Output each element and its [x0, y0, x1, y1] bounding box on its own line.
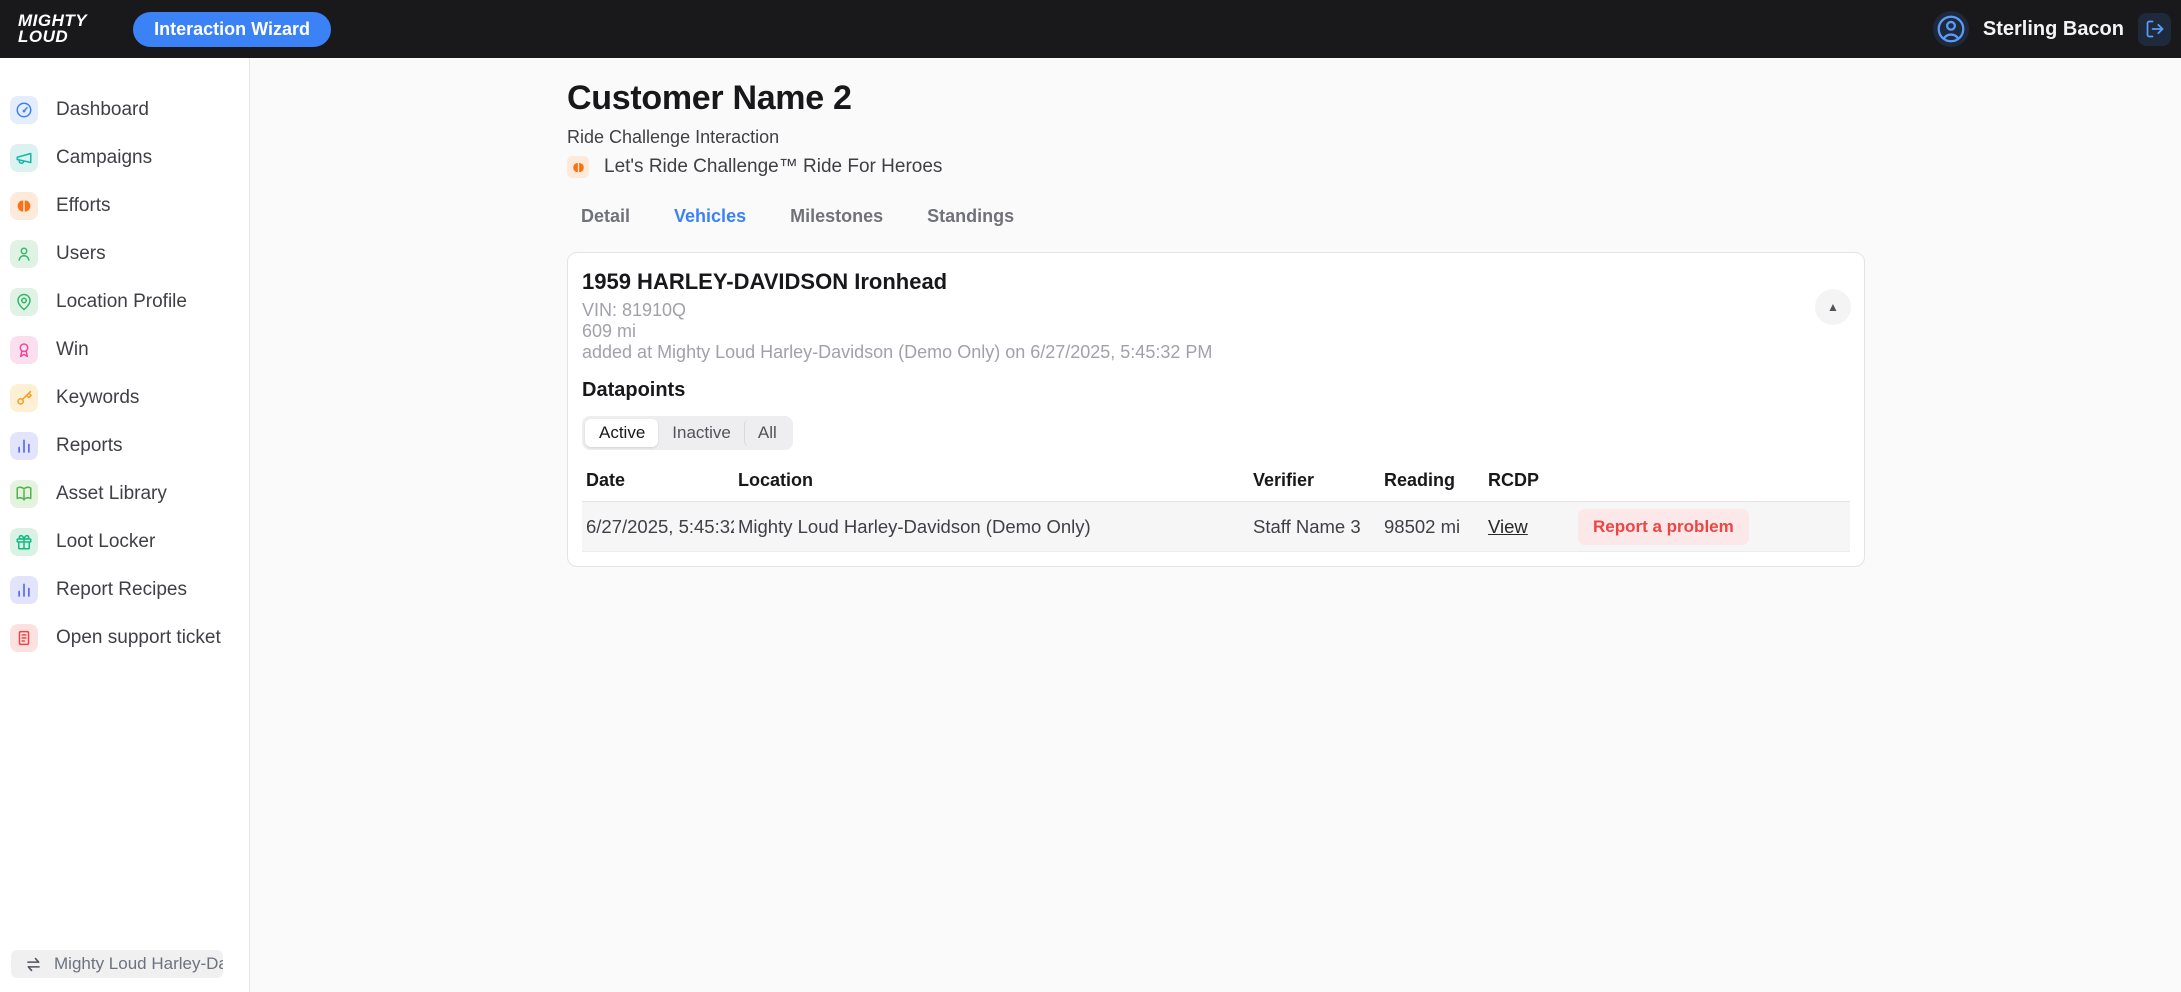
filter-inactive-button[interactable]: Inactive [658, 419, 744, 447]
sidebar-item-label: Open support ticket [56, 627, 221, 649]
tab-detail[interactable]: Detail [581, 202, 630, 231]
vehicle-meta: VIN: 81910Q 609 mi added at Mighty Loud … [582, 300, 1850, 363]
topbar-user-area: Sterling Bacon [1933, 11, 2171, 47]
interaction-wizard-button[interactable]: Interaction Wizard [133, 12, 331, 47]
sidebar-nav: Dashboard Campaigns Efforts [0, 58, 249, 662]
vehicle-mileage: 609 mi [582, 321, 1850, 342]
bar-chart-icon [10, 432, 38, 460]
sidebar-item-label: Win [56, 339, 89, 361]
sidebar: Dashboard Campaigns Efforts [0, 58, 250, 992]
ticket-icon [10, 624, 38, 652]
megaphone-icon [10, 144, 38, 172]
filter-active-button[interactable]: Active [585, 419, 658, 447]
cell-actions: Report a problem [1574, 502, 1850, 552]
interaction-row: Let's Ride Challenge™ Ride For Heroes [567, 156, 1865, 178]
sidebar-item-users[interactable]: Users [0, 230, 249, 278]
topbar: MIGHTY LOUD Interaction Wizard Sterling … [0, 0, 2181, 58]
sidebar-item-label: Efforts [56, 195, 111, 217]
cell-date: 6/27/2025, 5:45:32 PM [582, 502, 734, 552]
sidebar-item-label: Location Profile [56, 291, 187, 313]
collapse-card-button[interactable]: ▲ [1815, 289, 1851, 325]
view-rcdp-link[interactable]: View [1488, 516, 1528, 537]
award-icon [10, 336, 38, 364]
sidebar-item-keywords[interactable]: Keywords [0, 374, 249, 422]
sidebar-item-reports[interactable]: Reports [0, 422, 249, 470]
logout-button[interactable] [2138, 13, 2171, 46]
sidebar-item-label: Dashboard [56, 99, 149, 121]
cell-location: Mighty Loud Harley-Davidson (Demo Only) [734, 502, 1249, 552]
main-content: Customer Name 2 Ride Challenge Interacti… [251, 58, 2181, 992]
location-switcher-label: Mighty Loud Harley-Davidso [54, 954, 223, 974]
user-avatar[interactable] [1933, 11, 1969, 47]
user-name: Sterling Bacon [1983, 18, 2124, 41]
cell-reading: 98502 mi [1380, 502, 1484, 552]
logout-icon [2145, 19, 2165, 39]
sidebar-item-efforts[interactable]: Efforts [0, 182, 249, 230]
sidebar-item-label: Asset Library [56, 483, 167, 505]
mighty-loud-logo[interactable]: MIGHTY LOUD [18, 13, 87, 44]
gift-icon [10, 528, 38, 556]
table-header-row: Date Location Verifier Reading RCDP [582, 466, 1850, 502]
sidebar-item-label: Loot Locker [56, 531, 155, 553]
split-circle-icon [10, 192, 38, 220]
column-header-date: Date [582, 466, 734, 502]
vehicle-card: ▲ 1959 HARLEY-DAVIDSON Ironhead VIN: 819… [567, 252, 1865, 567]
datapoints-table: Date Location Verifier Reading RCDP 6/27… [582, 466, 1850, 552]
gauge-icon [10, 96, 38, 124]
swap-arrows-icon [24, 955, 43, 974]
sidebar-item-label: Keywords [56, 387, 139, 409]
map-pin-icon [10, 288, 38, 316]
vehicle-vin: VIN: 81910Q [582, 300, 1850, 321]
cell-rcdp: View [1484, 502, 1574, 552]
report-a-problem-button[interactable]: Report a problem [1578, 509, 1749, 545]
datapoints-heading: Datapoints [582, 379, 1850, 402]
sidebar-item-loot-locker[interactable]: Loot Locker [0, 518, 249, 566]
column-header-location: Location [734, 466, 1249, 502]
book-open-icon [10, 480, 38, 508]
tab-bar: Detail Vehicles Milestones Standings [567, 202, 1865, 231]
sidebar-item-asset-library[interactable]: Asset Library [0, 470, 249, 518]
interaction-label: Let's Ride Challenge™ Ride For Heroes [604, 156, 942, 178]
sidebar-item-open-support-ticket[interactable]: Open support ticket [0, 614, 249, 662]
tab-vehicles[interactable]: Vehicles [674, 202, 746, 231]
user-icon [10, 240, 38, 268]
page-subtitle: Ride Challenge Interaction [567, 127, 1865, 148]
bar-chart-icon [10, 576, 38, 604]
key-icon [10, 384, 38, 412]
tab-milestones[interactable]: Milestones [790, 202, 883, 231]
sidebar-item-dashboard[interactable]: Dashboard [0, 86, 249, 134]
logo-line-2: LOUD [18, 29, 87, 45]
cell-verifier: Staff Name 3 [1249, 502, 1380, 552]
vehicle-added-at: added at Mighty Loud Harley-Davidson (De… [582, 342, 1850, 363]
page-title: Customer Name 2 [567, 79, 1865, 118]
sidebar-item-win[interactable]: Win [0, 326, 249, 374]
datapoints-filter: Active Inactive All [582, 416, 793, 450]
user-circle-icon [1935, 13, 1967, 45]
filter-all-button[interactable]: All [744, 419, 790, 447]
column-header-actions [1574, 466, 1850, 502]
caret-up-icon: ▲ [1827, 300, 1839, 314]
sidebar-item-report-recipes[interactable]: Report Recipes [0, 566, 249, 614]
split-circle-icon [567, 156, 589, 178]
tab-standings[interactable]: Standings [927, 202, 1014, 231]
sidebar-item-location-profile[interactable]: Location Profile [0, 278, 249, 326]
sidebar-item-label: Campaigns [56, 147, 152, 169]
column-header-verifier: Verifier [1249, 466, 1380, 502]
sidebar-item-label: Users [56, 243, 106, 265]
sidebar-item-label: Report Recipes [56, 579, 187, 601]
sidebar-item-label: Reports [56, 435, 123, 457]
vehicle-title: 1959 HARLEY-DAVIDSON Ironhead [582, 269, 1850, 295]
column-header-reading: Reading [1380, 466, 1484, 502]
sidebar-item-campaigns[interactable]: Campaigns [0, 134, 249, 182]
column-header-rcdp: RCDP [1484, 466, 1574, 502]
location-switcher-button[interactable]: Mighty Loud Harley-Davidso [11, 950, 223, 978]
table-row: 6/27/2025, 5:45:32 PM Mighty Loud Harley… [582, 502, 1850, 552]
